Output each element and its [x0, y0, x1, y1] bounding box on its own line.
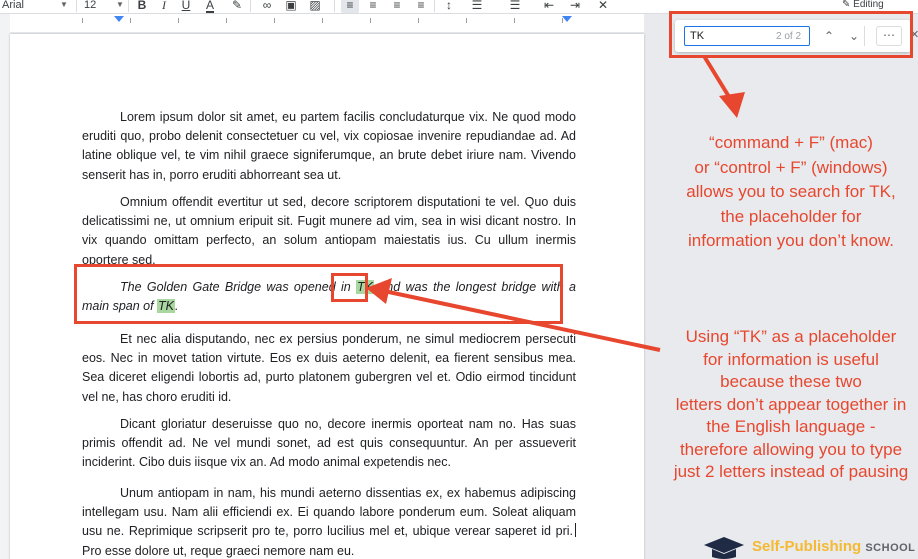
- brand-name: Self-Publishing SCHOOL: [752, 538, 915, 555]
- callout-line: for information is useful: [703, 349, 879, 369]
- callout-line: just 2 letters instead of pausing: [673, 462, 909, 481]
- callout-line: Using “TK” as a placeholder: [685, 327, 897, 346]
- callout-shortcut: “command + F” (mac) or “control + F” (win…: [650, 131, 918, 254]
- callout-line: Using “TK” as a placeholder for informati…: [650, 326, 918, 484]
- callout-line: letters don’t appear together in: [675, 394, 907, 414]
- callout-line: the English language -: [706, 417, 876, 436]
- arrow-to-match: [366, 278, 661, 352]
- callout-line: therefore allowing you to type: [679, 439, 903, 459]
- callout-line: allows you to search for TK,: [686, 182, 896, 201]
- graduation-cap-icon: [704, 537, 744, 559]
- callout-line: because these two: [720, 372, 862, 391]
- callout-line: the placeholder for: [720, 206, 862, 226]
- callout-line: “command + F” (mac) or “control + F” (win…: [650, 131, 918, 254]
- callout-line: “command + F” (mac): [709, 133, 873, 152]
- arrow-to-callout: [702, 54, 745, 118]
- brand-suffix: SCHOOL: [865, 542, 916, 554]
- callout-explanation: Using “TK” as a placeholder for informati…: [650, 326, 918, 484]
- brand-title: Self-Publishing: [752, 538, 862, 555]
- callout-line: or “control + F” (windows): [694, 157, 888, 177]
- callout-line: information you don’t know.: [687, 231, 894, 250]
